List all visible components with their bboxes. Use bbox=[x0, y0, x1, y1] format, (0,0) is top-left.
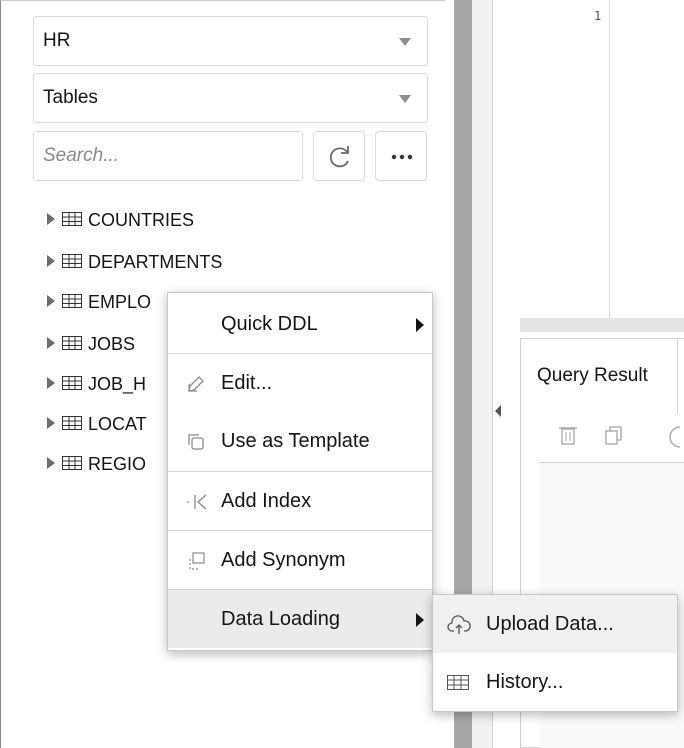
tree-item-countries[interactable]: COUNTRIES bbox=[47, 206, 194, 234]
schema-select[interactable]: HR bbox=[33, 16, 428, 66]
context-menu: Quick DDL Edit... Use as Template Add In… bbox=[167, 292, 433, 651]
expand-triangle-icon[interactable] bbox=[47, 213, 55, 226]
tree-item-jobs[interactable]: JOBS bbox=[47, 330, 135, 358]
more-actions-button[interactable] bbox=[375, 131, 427, 181]
menu-item-label: Add Index bbox=[221, 490, 312, 512]
tree-item-label: EMPLO bbox=[88, 292, 152, 312]
more-icon bbox=[391, 154, 413, 160]
tree-item-employees[interactable]: EMPLO bbox=[47, 288, 151, 316]
menu-item-use-as-template[interactable]: Use as Template bbox=[168, 412, 432, 470]
menu-item-history[interactable]: History... bbox=[433, 653, 677, 711]
menu-item-add-synonym[interactable]: Add Synonym bbox=[168, 531, 432, 589]
editor-gutter bbox=[609, 0, 610, 318]
trash-icon[interactable] bbox=[559, 427, 577, 445]
object-type-select[interactable]: Tables bbox=[33, 73, 428, 123]
refresh-button[interactable] bbox=[313, 131, 365, 181]
tree-item-label: JOB_H bbox=[88, 374, 147, 394]
menu-item-data-loading[interactable]: Data Loading bbox=[168, 590, 432, 648]
submenu-arrow-icon bbox=[416, 613, 424, 627]
menu-item-label: Use as Template bbox=[221, 430, 370, 452]
synonym-icon bbox=[189, 552, 205, 570]
editor-horizontal-scrollbar[interactable] bbox=[520, 318, 684, 332]
tree-item-regions[interactable]: REGIO bbox=[47, 450, 146, 478]
expand-triangle-icon[interactable] bbox=[47, 417, 55, 430]
copy-icon bbox=[188, 434, 204, 450]
table-icon bbox=[62, 456, 82, 471]
menu-item-label: Upload Data... bbox=[486, 613, 614, 635]
pencil-icon bbox=[188, 376, 204, 392]
expand-triangle-icon[interactable] bbox=[47, 377, 55, 390]
submenu-arrow-icon bbox=[416, 318, 424, 332]
table-icon bbox=[62, 336, 82, 351]
table-icon bbox=[62, 212, 82, 227]
tree-item-departments[interactable]: DEPARTMENTS bbox=[47, 248, 222, 276]
tree-item-label: JOBS bbox=[88, 334, 136, 354]
menu-item-upload-data[interactable]: Upload Data... bbox=[433, 595, 677, 653]
menu-item-label: Edit... bbox=[221, 372, 273, 394]
tab-query-result-label: Query Result bbox=[537, 365, 648, 386]
expand-triangle-icon[interactable] bbox=[47, 457, 55, 470]
results-toolbar bbox=[559, 426, 681, 448]
tree-item-label: DEPARTMENTS bbox=[88, 252, 223, 272]
editor-line-number: 1 bbox=[594, 9, 602, 23]
chevron-down-icon bbox=[399, 38, 411, 46]
chevron-down-icon bbox=[399, 95, 411, 103]
data-loading-submenu: Upload Data... History... bbox=[432, 594, 678, 712]
tree-item-job-history[interactable]: JOB_H bbox=[47, 370, 146, 398]
menu-item-label: Quick DDL bbox=[221, 313, 318, 335]
menu-item-add-index[interactable]: Add Index bbox=[168, 472, 432, 530]
menu-item-label: History... bbox=[486, 671, 564, 693]
object-type-select-value: Tables bbox=[43, 87, 98, 108]
table-icon bbox=[62, 294, 82, 309]
expand-triangle-icon[interactable] bbox=[47, 255, 55, 268]
table-icon bbox=[62, 416, 82, 431]
index-arrow-icon bbox=[187, 494, 207, 510]
copy-icon[interactable] bbox=[605, 426, 622, 445]
menu-item-label: Add Synonym bbox=[221, 549, 346, 571]
collapse-left-icon[interactable] bbox=[495, 405, 501, 417]
menu-item-label: Data Loading bbox=[221, 608, 340, 630]
cloud-upload-icon bbox=[447, 615, 471, 634]
tree-item-label: LOCAT bbox=[88, 414, 147, 434]
tree-item-locations[interactable]: LOCAT bbox=[47, 410, 147, 438]
tree-item-label: COUNTRIES bbox=[88, 210, 195, 230]
search-input[interactable]: Search... bbox=[33, 131, 303, 181]
tree-item-label: REGIO bbox=[88, 454, 147, 474]
expand-triangle-icon[interactable] bbox=[47, 295, 55, 308]
table-icon bbox=[62, 376, 82, 391]
refresh-icon bbox=[329, 146, 349, 168]
table-icon bbox=[62, 254, 82, 269]
menu-item-edit[interactable]: Edit... bbox=[168, 354, 432, 412]
table-icon bbox=[447, 675, 469, 690]
menu-item-quick-ddl[interactable]: Quick DDL bbox=[168, 295, 432, 353]
clock-icon[interactable] bbox=[669, 426, 681, 448]
schema-select-value: HR bbox=[43, 30, 71, 51]
expand-triangle-icon[interactable] bbox=[47, 337, 55, 350]
